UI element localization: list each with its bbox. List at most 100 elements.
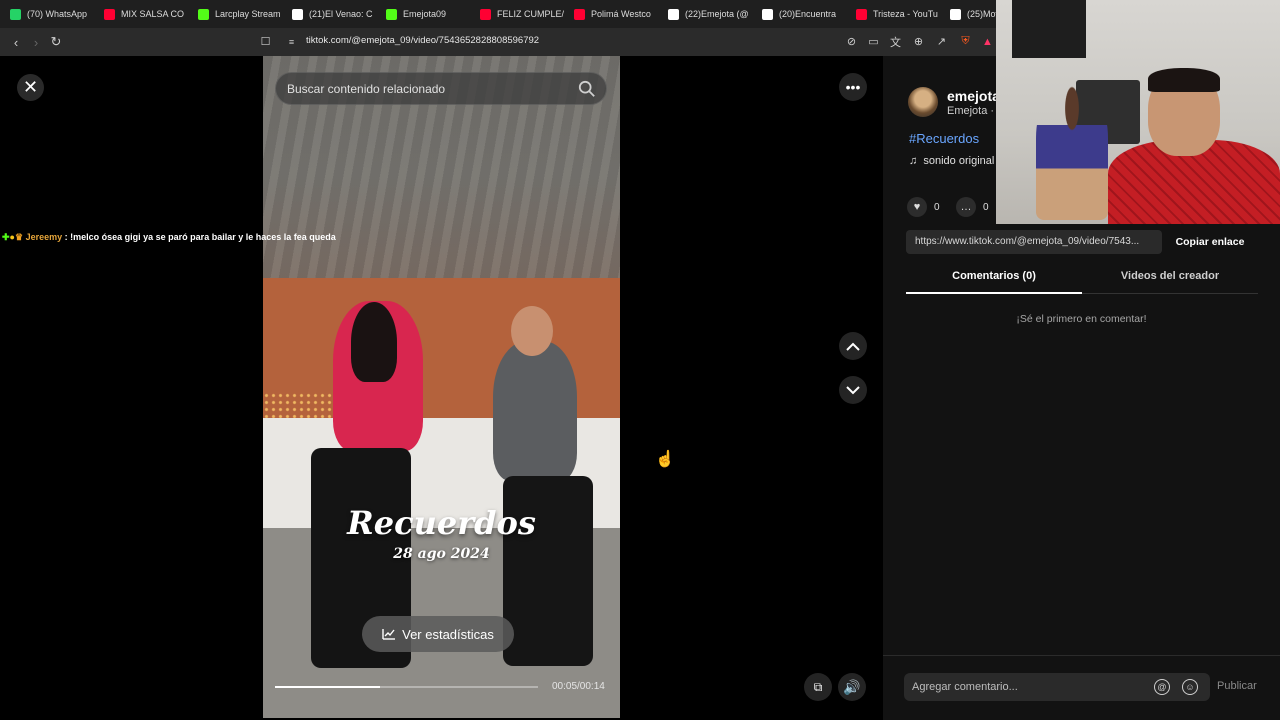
chat-badge-icon: ✚ bbox=[2, 232, 10, 242]
music-note-icon: ♫ bbox=[909, 155, 918, 167]
volume-button[interactable]: 🔊 bbox=[838, 673, 866, 701]
video-overlay-title: Recuerdos bbox=[347, 504, 536, 542]
browser-tab[interactable]: Emejota09 bbox=[376, 0, 470, 28]
browser-tab-label: (22)Emejota (@ bbox=[685, 9, 749, 19]
close-icon: ✕ bbox=[22, 77, 39, 97]
comment-input-box[interactable]: Agregar comentario... @ ☺ bbox=[904, 673, 1210, 701]
pip-button[interactable]: ⧉ bbox=[804, 673, 832, 701]
browser-tab[interactable]: Tristeza - YouTu bbox=[846, 0, 940, 28]
tab-creator-videos[interactable]: Videos del creador bbox=[1082, 270, 1258, 282]
tiktok-icon bbox=[292, 8, 303, 20]
chevron-down-icon bbox=[846, 385, 860, 394]
webcam-background-tv bbox=[1012, 0, 1086, 58]
whatsapp-icon bbox=[10, 8, 21, 20]
brave-shield-icon[interactable]: ⛨ bbox=[958, 34, 973, 49]
browser-tab-label: Emejota09 bbox=[403, 9, 447, 19]
video-progress-fill bbox=[275, 686, 381, 688]
browser-tab-label: (70) WhatsApp bbox=[27, 9, 88, 19]
media-off-icon[interactable]: ⊘ bbox=[844, 34, 859, 49]
cast-icon[interactable]: ▭ bbox=[866, 34, 881, 49]
mention-icon[interactable]: @ bbox=[1154, 679, 1170, 695]
comment-icon: … bbox=[956, 197, 976, 217]
chart-icon bbox=[382, 629, 396, 640]
share-icon[interactable]: ↗ bbox=[934, 34, 949, 49]
video-progress-bar[interactable] bbox=[275, 686, 538, 688]
brave-rewards-icon[interactable]: ▲ bbox=[980, 34, 995, 49]
webcam-streamer bbox=[1108, 68, 1280, 224]
browser-tab[interactable]: Polimá Westco bbox=[564, 0, 658, 28]
creator-username[interactable]: emejota bbox=[947, 88, 1000, 104]
bookmark-icon[interactable]: ☐ bbox=[258, 34, 273, 49]
empty-comments-text: ¡Sé el primero en comentar! bbox=[1016, 313, 1147, 325]
compose-divider bbox=[883, 655, 1280, 656]
browser-tab[interactable]: FELIZ CUMPLE/ bbox=[470, 0, 564, 28]
webcam-overlay bbox=[996, 0, 1280, 224]
webcam-person-background bbox=[1036, 84, 1108, 220]
dancer-man-head bbox=[511, 306, 553, 356]
avatar[interactable] bbox=[908, 87, 938, 117]
mouse-cursor-icon: ☝ bbox=[655, 451, 675, 468]
chat-username: Jereemy bbox=[25, 232, 63, 242]
kick-icon bbox=[198, 8, 209, 20]
publish-button[interactable]: Publicar bbox=[1217, 680, 1257, 692]
stream-chat-message: ✚●♛ Jereemy : !melco ósea gigi ya se par… bbox=[2, 232, 336, 243]
browser-tab[interactable]: MIX SALSA CO bbox=[94, 0, 188, 28]
youtube-icon bbox=[856, 8, 867, 20]
youtube-icon bbox=[104, 8, 115, 20]
browser-tab[interactable]: (22)Emejota (@ bbox=[658, 0, 752, 28]
browser-tab-label: (20)Encuentra bbox=[779, 9, 837, 19]
sound-label: sonido original bbox=[923, 155, 995, 167]
url-field[interactable]: tiktok.com/@emejota_09/video/75436528288… bbox=[306, 35, 539, 46]
previous-video-button[interactable] bbox=[839, 332, 867, 360]
sound-link[interactable]: ♫ sonido original bbox=[909, 155, 994, 167]
view-stats-button[interactable]: Ver estadísticas bbox=[362, 616, 514, 652]
creator-nickname: Emejota · 8 bbox=[947, 105, 1004, 117]
chat-crown-icon: ♛ bbox=[14, 232, 24, 242]
emoji-icon[interactable]: ☺ bbox=[1182, 679, 1198, 695]
video-link-field[interactable]: https://www.tiktok.com/@emejota_09/video… bbox=[906, 230, 1162, 254]
zoom-icon[interactable]: ⊕ bbox=[911, 34, 926, 49]
view-stats-label: Ver estadísticas bbox=[402, 626, 494, 642]
more-options-button[interactable]: ••• bbox=[839, 73, 867, 101]
dancer-man bbox=[493, 341, 577, 481]
comment-input[interactable]: Agregar comentario... bbox=[912, 681, 1018, 693]
back-icon[interactable]: ‹ bbox=[6, 32, 26, 52]
reload-icon[interactable]: ↻ bbox=[46, 32, 66, 52]
browser-tab[interactable]: (20)Encuentra bbox=[752, 0, 846, 28]
browser-tab[interactable]: (21)El Venao: C bbox=[282, 0, 376, 28]
search-icon[interactable] bbox=[578, 80, 596, 98]
chat-text: : !melco ósea gigi ya se paró para baila… bbox=[64, 232, 336, 242]
next-video-button[interactable] bbox=[839, 376, 867, 404]
browser-tab[interactable]: Larcplay Stream bbox=[188, 0, 282, 28]
browser-tab-label: Polimá Westco bbox=[591, 9, 651, 19]
search-input[interactable]: Buscar contenido relacionado bbox=[287, 82, 445, 96]
translate-icon[interactable]: 文 bbox=[888, 34, 903, 49]
hashtag-link[interactable]: #Recuerdos bbox=[909, 131, 979, 146]
video-time: 00:05/00:14 bbox=[552, 681, 605, 692]
browser-tab[interactable]: (70) WhatsApp bbox=[0, 0, 94, 28]
tab-comments[interactable]: Comentarios (0) bbox=[906, 270, 1082, 282]
tiktok-icon bbox=[668, 8, 679, 20]
close-button[interactable]: ✕ bbox=[17, 74, 44, 101]
related-search-bar[interactable]: Buscar contenido relacionado bbox=[275, 72, 607, 105]
kick-icon bbox=[386, 8, 397, 20]
browser-tab-label: FELIZ CUMPLE/ bbox=[497, 9, 564, 19]
browser-tab-label: (21)El Venao: C bbox=[309, 9, 373, 19]
youtube-icon bbox=[574, 8, 585, 20]
browser-tab-label: Larcplay Stream bbox=[215, 9, 281, 19]
volume-icon: 🔊 bbox=[843, 678, 861, 695]
heart-icon: ♥ bbox=[907, 197, 927, 217]
browser-tab-label: Tristeza - YouTu bbox=[873, 9, 938, 19]
forward-icon[interactable]: › bbox=[26, 32, 46, 52]
like-button[interactable]: ♥ 0 bbox=[907, 197, 940, 217]
like-count: 0 bbox=[934, 201, 940, 213]
tiktok-icon bbox=[762, 8, 773, 20]
copy-link-button[interactable]: Copiar enlace bbox=[1166, 230, 1254, 254]
comment-button[interactable]: … 0 bbox=[956, 197, 989, 217]
tiktok-icon bbox=[950, 8, 961, 20]
video-overlay-date: 28 ago 2024 bbox=[393, 546, 490, 562]
site-settings-icon[interactable]: ≡ bbox=[284, 34, 299, 49]
active-tab-indicator bbox=[906, 292, 1082, 294]
chevron-up-icon bbox=[846, 342, 860, 351]
browser-tab-label: MIX SALSA CO bbox=[121, 9, 185, 19]
